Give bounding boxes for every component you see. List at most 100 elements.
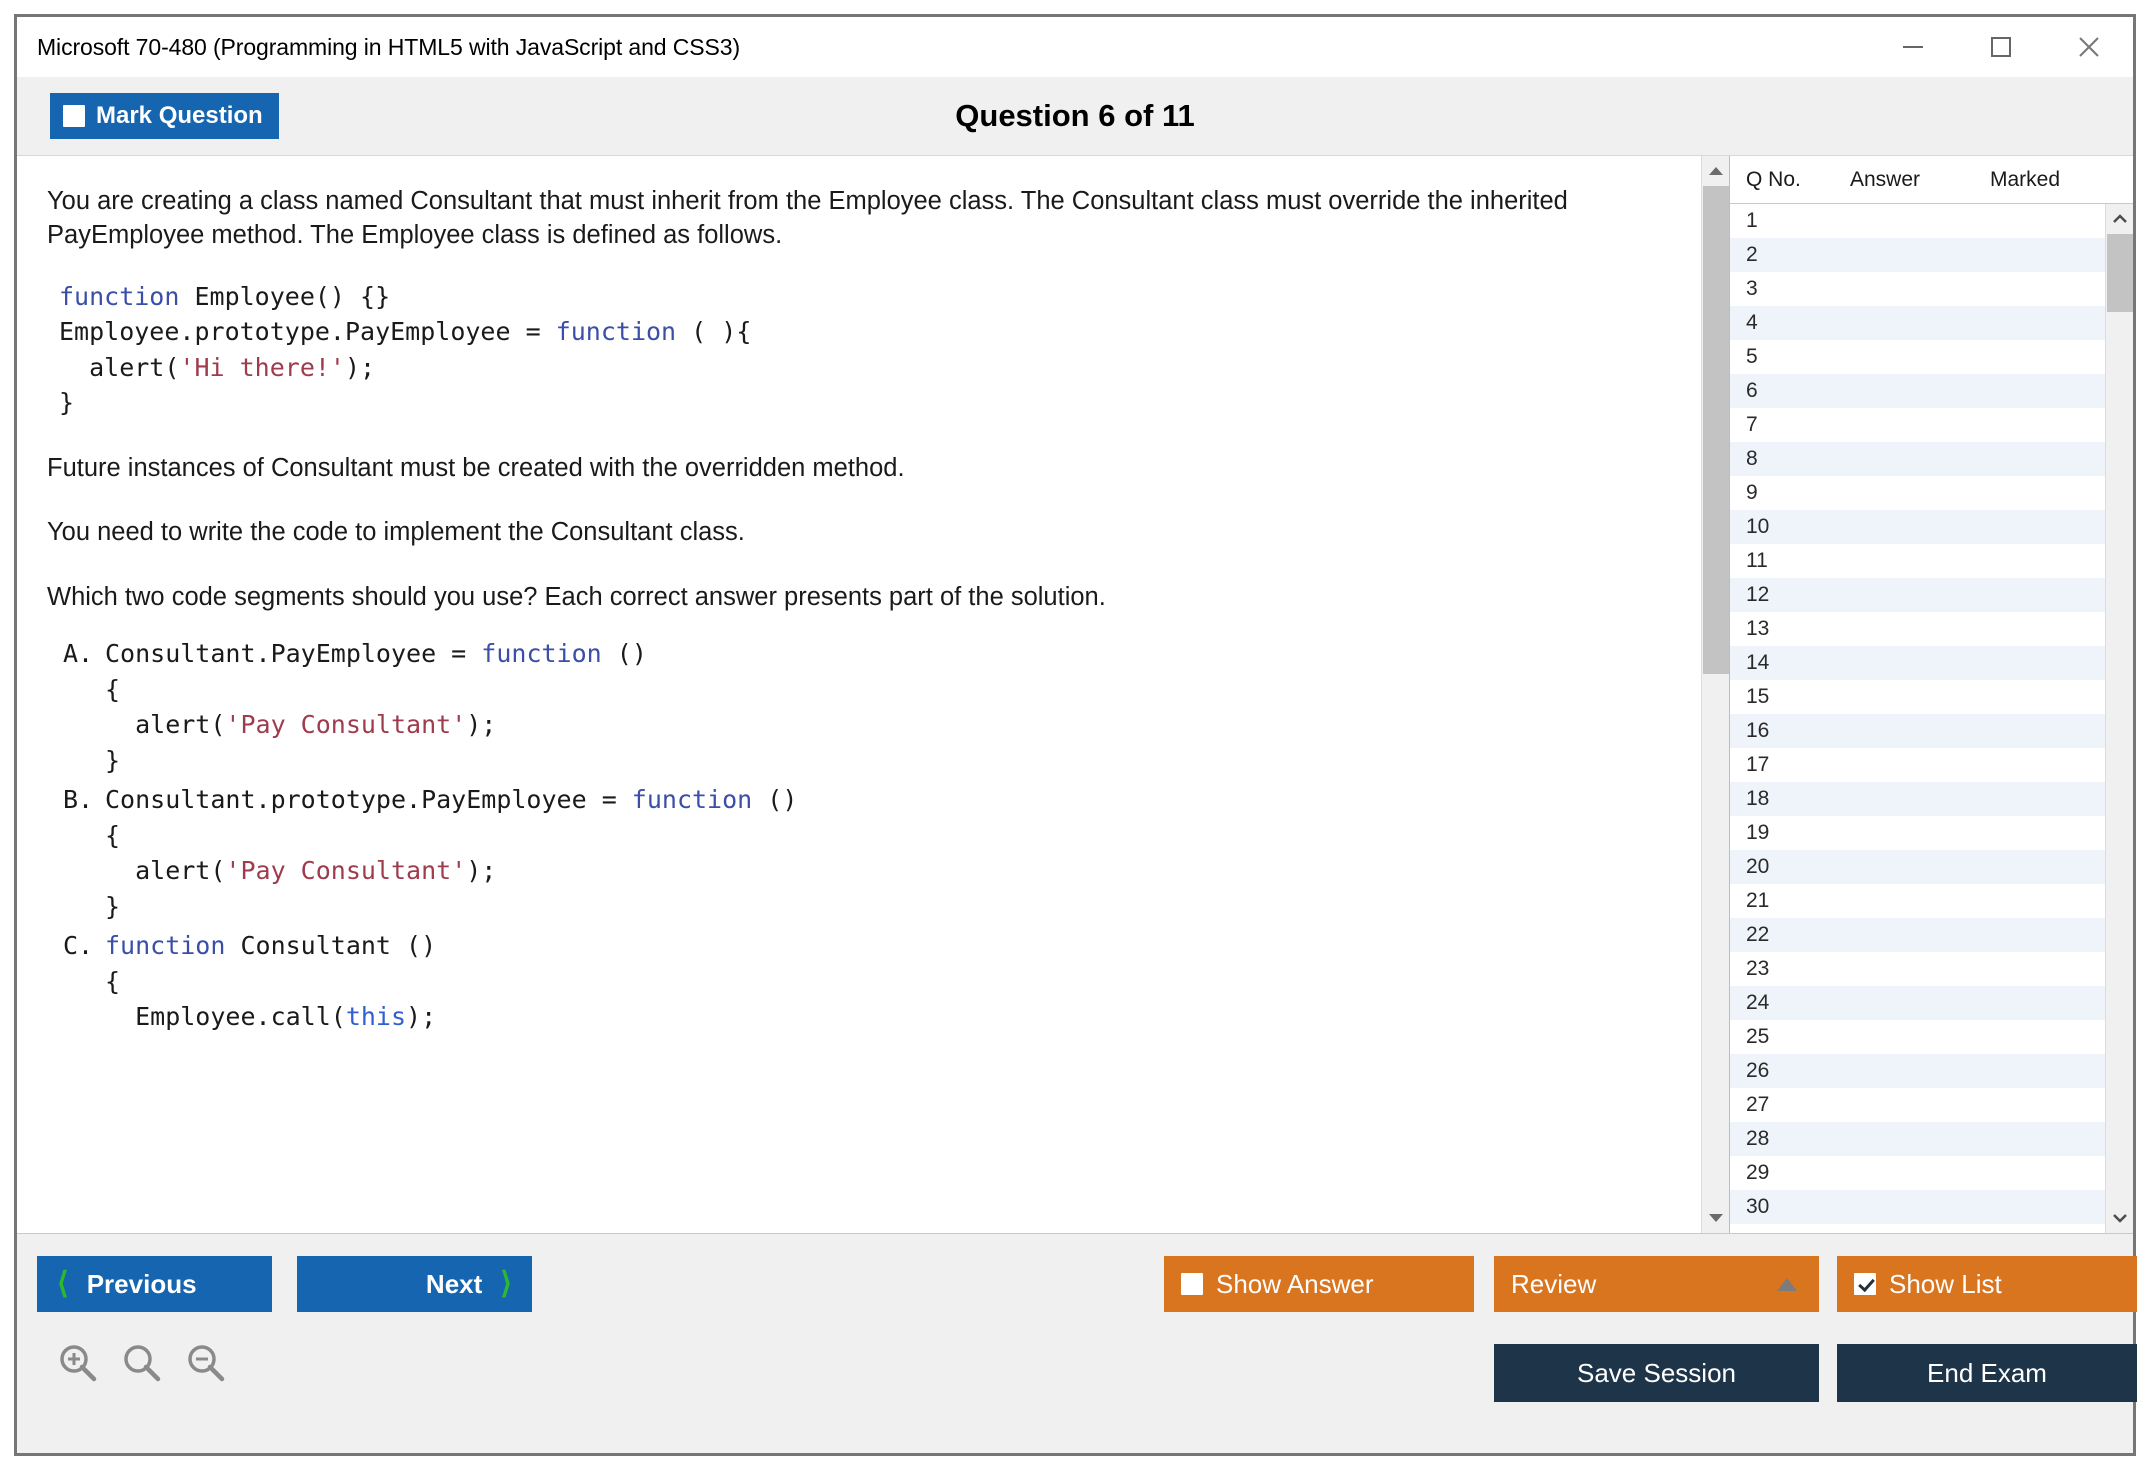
cell-qno: 8 [1746,447,1758,470]
zoom-out-icon[interactable] [185,1342,227,1389]
cell-qno: 30 [1746,1195,1770,1218]
table-row[interactable]: 8 [1730,442,2105,476]
next-button-label: Next [425,1268,483,1299]
option-letter: C. [63,931,94,961]
cell-qno: 15 [1746,685,1770,708]
question-paragraph-2: Future instances of Consultant must be c… [47,453,905,482]
show-list-label: Show List [1889,1268,2002,1299]
table-row[interactable]: 19 [1730,816,2105,850]
table-row[interactable]: 29 [1730,1156,2105,1190]
table-row[interactable]: 14 [1730,646,2105,680]
answer-option-b[interactable]: B. Consultant.prototype.PayEmployee = fun… [47,782,1675,924]
review-label: Review [1511,1268,1597,1299]
cell-qno: 2 [1746,243,1758,266]
list-scroll-up-arrow-icon[interactable] [2106,204,2134,234]
previous-button[interactable]: ⟨ Previous [37,1256,272,1312]
zoom-toolbar [57,1342,227,1389]
cell-qno: 14 [1746,651,1770,674]
question-list-header: Q No. Answer Marked [1730,156,2133,204]
table-row[interactable]: 15 [1730,680,2105,714]
table-row[interactable]: 1 [1730,204,2105,238]
table-row[interactable]: 9 [1730,476,2105,510]
question-list-scrollbar[interactable] [2105,204,2133,1233]
next-button[interactable]: Next ⟩ [297,1256,532,1312]
zoom-in-icon[interactable] [57,1342,99,1389]
table-row[interactable]: 25 [1730,1020,2105,1054]
list-scroll-thumb[interactable] [2106,234,2133,312]
table-row[interactable]: 7 [1730,408,2105,442]
table-row[interactable]: 24 [1730,986,2105,1020]
table-row[interactable]: 21 [1730,884,2105,918]
table-row[interactable]: 18 [1730,782,2105,816]
close-icon[interactable] [2045,18,2133,76]
cell-qno: 1 [1746,209,1758,232]
cell-qno: 3 [1746,277,1758,300]
list-scroll-down-arrow-icon[interactable] [2106,1203,2134,1233]
table-row[interactable]: 3 [1730,272,2105,306]
show-answer-checkbox-icon[interactable] [1181,1273,1203,1295]
minimize-icon[interactable] [1869,18,1957,76]
list-scroll-track[interactable] [2106,234,2134,1203]
mark-question-label: Mark Question [96,102,263,129]
mark-question-checkbox-icon[interactable] [63,105,85,127]
table-row[interactable]: 30 [1730,1190,2105,1224]
review-dropdown-button[interactable]: Review [1494,1256,1819,1312]
title-bar: Microsoft 70-480 (Programming in HTML5 w… [17,17,2133,77]
option-code-block: Consultant.prototype.PayEmployee = funct… [105,785,798,921]
column-header-qno: Q No. [1746,167,1801,191]
cell-qno: 16 [1746,719,1770,742]
table-row[interactable]: 22 [1730,918,2105,952]
table-row[interactable]: 26 [1730,1054,2105,1088]
cell-qno: 5 [1746,345,1758,368]
cell-qno: 13 [1746,617,1770,640]
mark-question-button[interactable]: Mark Question [50,93,279,139]
table-row[interactable]: 23 [1730,952,2105,986]
table-row[interactable]: 12 [1730,578,2105,612]
save-session-button[interactable]: Save Session [1494,1344,1819,1402]
maximize-icon[interactable] [1957,18,2045,76]
content-scroll-track[interactable] [1702,186,1730,1203]
cell-qno: 24 [1746,991,1770,1014]
table-row[interactable]: 17 [1730,748,2105,782]
zoom-reset-icon[interactable] [121,1342,163,1389]
scroll-up-arrow-icon[interactable] [1702,156,1730,186]
answer-options-list: A. Consultant.PayEmployee = function () {… [47,636,1675,1035]
show-answer-button[interactable]: Show Answer [1164,1256,1474,1312]
cell-qno: 11 [1746,549,1768,572]
cell-qno: 6 [1746,379,1758,402]
table-row[interactable]: 27 [1730,1088,2105,1122]
table-row[interactable]: 11 [1730,544,2105,578]
table-row[interactable]: 10 [1730,510,2105,544]
cell-qno: 9 [1746,481,1758,504]
question-list-body: 1 2 3 4 5 6 7 8 9 10 11 12 13 14 15 16 17 18 19 20 21 22 23 24 2… [1730,204,2133,1233]
table-row[interactable]: 5 [1730,340,2105,374]
footer-toolbar: ⟨ Previous Next ⟩ Show Answer Review Sho… [17,1233,2137,1453]
show-list-checkbox-icon[interactable] [1854,1273,1876,1295]
cell-qno: 17 [1746,753,1770,776]
cell-qno: 28 [1746,1127,1770,1150]
page-title: Question 6 of 11 [955,98,1195,133]
end-exam-button[interactable]: End Exam [1837,1344,2137,1402]
table-row[interactable]: 16 [1730,714,2105,748]
cell-qno: 23 [1746,957,1770,980]
chevron-left-icon: ⟨ [57,1267,69,1300]
question-paragraph-3: You need to write the code to implement … [47,518,745,547]
end-exam-label: End Exam [1927,1357,2047,1388]
cell-qno: 26 [1746,1059,1770,1082]
table-row[interactable]: 4 [1730,306,2105,340]
content-scrollbar[interactable] [1701,156,1729,1233]
table-row[interactable]: 6 [1730,374,2105,408]
question-paragraph-4: Which two code segments should you use? … [47,582,1106,611]
table-row[interactable]: 28 [1730,1122,2105,1156]
option-code-block: function Consultant () { Employee.call(t… [105,931,437,1032]
answer-option-a[interactable]: A. Consultant.PayEmployee = function () {… [47,636,1675,778]
table-row[interactable]: 2 [1730,238,2105,272]
table-row[interactable]: 13 [1730,612,2105,646]
table-row[interactable]: 20 [1730,850,2105,884]
exam-window: Microsoft 70-480 (Programming in HTML5 w… [14,14,2137,1456]
scroll-down-arrow-icon[interactable] [1702,1203,1730,1233]
show-list-button[interactable]: Show List [1837,1256,2137,1312]
answer-option-c[interactable]: C. function Consultant () { Employee.call… [47,928,1675,1035]
question-content-pane: You are creating a class named Consultan… [17,156,1701,1233]
content-scroll-thumb[interactable] [1702,186,1729,675]
